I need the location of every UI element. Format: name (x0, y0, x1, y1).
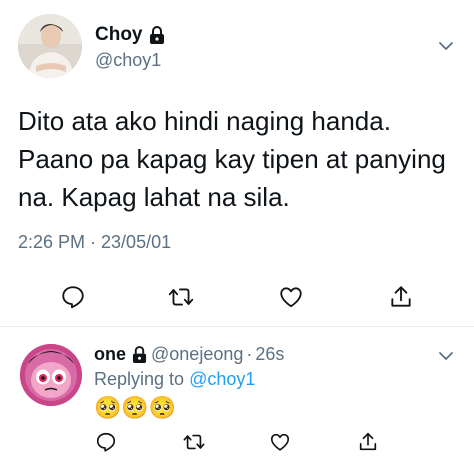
share-button[interactable] (386, 282, 416, 312)
reply-header: one @onejeong · 26s (94, 344, 284, 365)
like-icon (270, 433, 290, 451)
share-icon (391, 286, 411, 307)
tweet-text-line: Paano pa kapag kay tipen at panying (18, 144, 446, 174)
relative-time[interactable]: 26s (255, 344, 284, 365)
reply-text: 🥺🥺🥺 (94, 395, 177, 420)
retweet-icon (168, 288, 194, 306)
share-button[interactable] (354, 428, 382, 456)
share-icon (359, 432, 377, 451)
replying-to: Replying to @choy1 (94, 369, 255, 390)
tweet-actions (0, 282, 474, 318)
handle[interactable]: @onejeong (151, 344, 243, 365)
divider (0, 326, 474, 327)
chevron-down-icon[interactable] (436, 346, 456, 366)
display-name[interactable]: one (94, 344, 126, 365)
tweet-text-line: na. Kapag lahat na sila. (18, 182, 290, 212)
avatar[interactable] (18, 14, 82, 78)
avatar[interactable] (20, 344, 82, 406)
reply-button[interactable] (58, 282, 88, 312)
lock-icon (149, 26, 165, 44)
reply-button[interactable] (92, 428, 120, 456)
display-name-row: Choy (95, 24, 165, 46)
handle[interactable]: @choy1 (95, 50, 161, 71)
reply-tweet[interactable]: one @onejeong · 26s Replying to @choy1 🥺… (0, 328, 474, 463)
replying-prefix: Replying to (94, 369, 185, 389)
like-button[interactable] (276, 282, 306, 312)
lock-icon (132, 346, 147, 363)
display-name[interactable]: Choy (95, 24, 143, 46)
retweet-icon (183, 434, 205, 450)
retweet-button[interactable] (180, 428, 208, 456)
replying-to-link[interactable]: @choy1 (189, 369, 255, 389)
like-icon (280, 287, 302, 308)
tweet-text: Dito ata ako hindi naging handa. Paano p… (18, 102, 458, 216)
chevron-down-icon[interactable] (436, 36, 456, 56)
reply-icon (96, 432, 116, 452)
tweet-text-line: Dito ata ako hindi naging handa. (18, 106, 391, 136)
reply-icon (62, 286, 84, 309)
retweet-button[interactable] (166, 282, 196, 312)
timestamp[interactable]: 2:26 PM · 23/05/01 (18, 232, 171, 253)
reply-actions (0, 428, 474, 458)
like-button[interactable] (266, 428, 294, 456)
main-tweet: Choy @choy1 Dito ata ako hindi naging ha… (0, 0, 474, 328)
separator-dot: · (246, 344, 253, 364)
